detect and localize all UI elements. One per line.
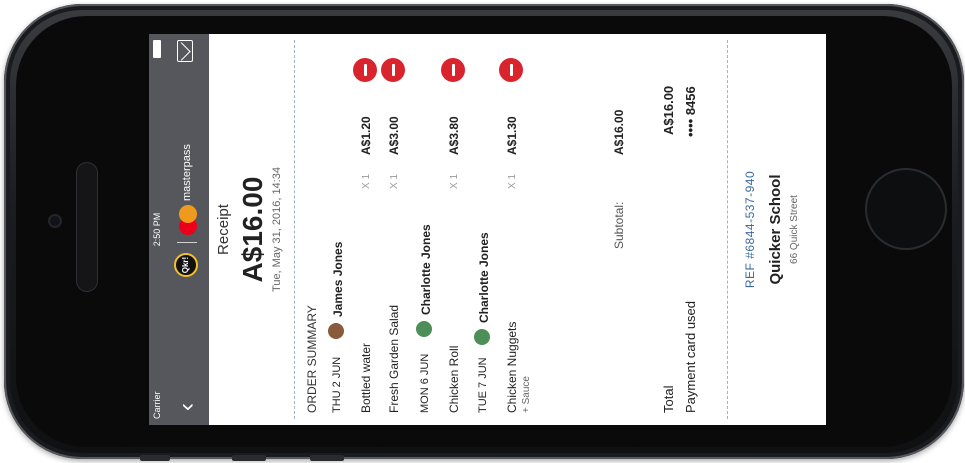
receipt-total: A$16.00 bbox=[237, 176, 268, 283]
subtotal-label: Subtotal: bbox=[612, 201, 626, 249]
total-value: A$16.00 bbox=[661, 85, 676, 135]
earpiece-speaker bbox=[76, 162, 98, 292]
order-day: MON 6 JUN bbox=[419, 353, 431, 413]
page-title: Receipt bbox=[215, 204, 232, 255]
item-name: Fresh Garden Salad bbox=[387, 304, 401, 413]
order-person: Charlotte Jones bbox=[477, 232, 491, 323]
payment-card-value: •••• 8456 bbox=[683, 86, 698, 137]
item-name: Chicken Nuggets bbox=[505, 321, 519, 413]
total-label: Total bbox=[661, 385, 676, 413]
volume-up-button bbox=[232, 455, 266, 461]
merchant-address: 66 Quick Street bbox=[789, 195, 800, 264]
volume-down-button bbox=[310, 455, 344, 461]
item-addon: + Sauce bbox=[521, 376, 532, 413]
home-button[interactable] bbox=[865, 168, 947, 250]
avatar bbox=[328, 323, 344, 339]
order-day: THU 2 JUN bbox=[331, 356, 343, 413]
item-price: A$3.80 bbox=[447, 116, 461, 155]
reference-number: REF #6844-537-940 bbox=[743, 170, 757, 289]
remove-item-button[interactable] bbox=[499, 58, 523, 82]
avatar bbox=[416, 321, 432, 337]
battery-icon bbox=[153, 40, 161, 58]
divider bbox=[727, 40, 728, 419]
payment-card-label: Payment card used bbox=[683, 300, 698, 413]
masterpass-label: masterpass bbox=[181, 144, 193, 201]
merchant-name: Quicker School bbox=[767, 174, 784, 285]
receipt-app: Carrier 2:50 PM ‹ Qkr! masterpass Receip… bbox=[149, 34, 826, 425]
avatar bbox=[474, 329, 490, 345]
item-name: Bottled water bbox=[359, 342, 373, 413]
clock: 2:50 PM bbox=[152, 212, 162, 247]
divider bbox=[294, 40, 295, 419]
order-day: TUE 7 JUN bbox=[477, 357, 489, 413]
item-qty: X 1 bbox=[361, 173, 372, 189]
item-qty: X 1 bbox=[507, 173, 518, 189]
receipt-date: Tue, May 31, 2016, 14:34 bbox=[271, 167, 283, 292]
side-button bbox=[140, 455, 170, 461]
qkr-logo: Qkr! bbox=[174, 253, 198, 277]
front-camera bbox=[48, 214, 62, 228]
nav-bar: ‹ Qkr! masterpass bbox=[165, 34, 209, 425]
item-price: A$1.30 bbox=[505, 116, 519, 155]
remove-item-button[interactable] bbox=[441, 58, 465, 82]
order-person: Charlotte Jones bbox=[419, 224, 433, 315]
item-qty: X 1 bbox=[389, 173, 400, 189]
mastercard-icon bbox=[179, 205, 197, 235]
nav-divider bbox=[177, 242, 197, 243]
remove-item-button[interactable] bbox=[353, 58, 377, 82]
order-person: James Jones bbox=[331, 241, 345, 317]
status-bar: Carrier 2:50 PM bbox=[149, 34, 165, 425]
item-price: A$1.20 bbox=[359, 116, 373, 155]
order-summary-label: ORDER SUMMARY bbox=[305, 305, 319, 413]
subtotal-value: A$16.00 bbox=[612, 109, 626, 155]
remove-item-button[interactable] bbox=[381, 58, 405, 82]
item-qty: X 1 bbox=[449, 173, 460, 189]
envelope-icon[interactable] bbox=[177, 40, 193, 62]
phone-screen: Carrier 2:50 PM ‹ Qkr! masterpass Receip… bbox=[149, 34, 826, 425]
item-price: A$3.00 bbox=[387, 116, 401, 155]
item-name: Chicken Roll bbox=[447, 345, 461, 413]
chevron-left-icon[interactable]: ‹ bbox=[173, 393, 201, 421]
